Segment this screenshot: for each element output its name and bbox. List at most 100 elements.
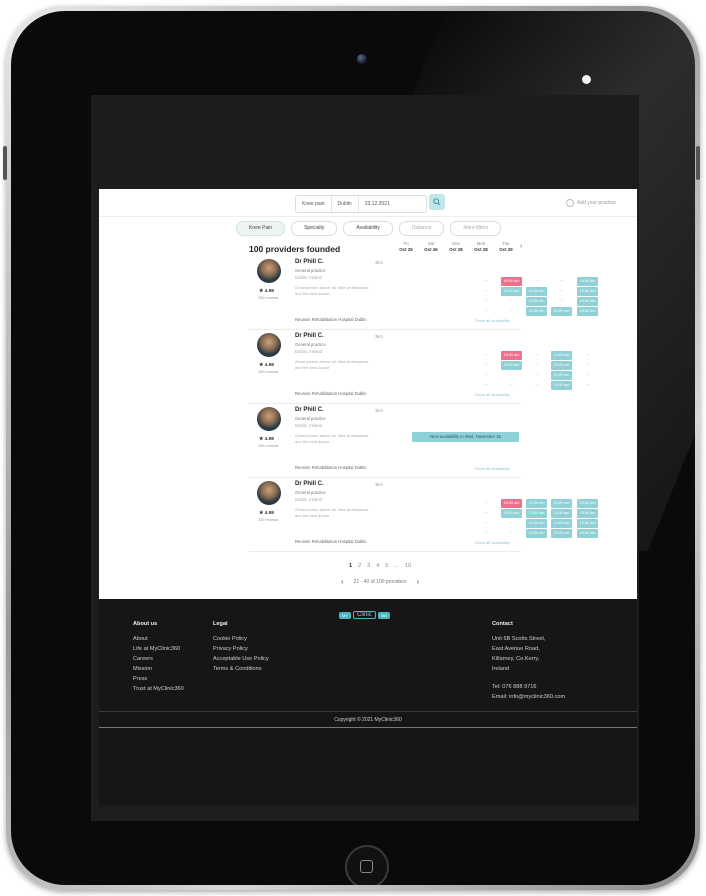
time-slot[interactable]: 10:00 am <box>551 361 572 370</box>
doctor-specialty: General practice <box>295 342 326 347</box>
time-slot[interactable]: 10:00 am <box>577 287 598 296</box>
time-slot[interactable]: 10:00 am <box>551 307 572 316</box>
page-link[interactable]: 4 <box>376 563 379 569</box>
search-bar[interactable]: Knee pain Dublin 23.12.2021 <box>295 195 427 213</box>
footer-link[interactable]: Cookie Policy <box>213 636 269 642</box>
prev-page-arrow[interactable]: ‹ <box>341 577 344 586</box>
footer-logo[interactable]: MY Clinic 360 <box>339 611 391 619</box>
next-availability-button[interactable]: Next availability in Wed, November 15 <box>412 432 519 442</box>
doctor-name[interactable]: Dr Phill C. <box>295 481 324 487</box>
filter-specialty[interactable]: Specialty <box>291 221 338 236</box>
time-slot[interactable]: 10:00 am <box>551 351 572 360</box>
next-page-arrow[interactable]: › <box>416 577 419 586</box>
no-slot-dash: – <box>510 308 513 314</box>
doctor-name[interactable]: Dr Phill C. <box>295 407 324 413</box>
time-slot[interactable]: 10:00 am <box>577 297 598 306</box>
day-column-header: Sun Oct 28 <box>445 241 467 253</box>
page-link[interactable]: 3 <box>367 563 370 569</box>
provider-card[interactable]: ★ 4.98 250 reviews Dr Phill C. 3km Gener… <box>249 259 598 330</box>
time-slot[interactable]: 10:00 am <box>577 307 598 316</box>
footer-link[interactable]: Press <box>133 676 184 682</box>
show-all-availability-link[interactable]: Show all availability <box>475 540 510 545</box>
time-slot[interactable]: 10:00 am <box>501 509 522 518</box>
time-slot[interactable]: 10:00 am <box>577 509 598 518</box>
search-button[interactable] <box>429 194 445 210</box>
time-slot[interactable]: 10:00 am <box>526 509 547 518</box>
time-slot[interactable]: 10:00 am <box>551 509 572 518</box>
filter-knee-pain[interactable]: Knee Pain <box>236 221 286 236</box>
no-slot-dash: – <box>586 372 589 378</box>
time-slot[interactable]: 10:00 am <box>501 361 522 370</box>
booked-slot[interactable]: 10:00 am <box>501 351 522 360</box>
doctor-name[interactable]: Dr Phill C. <box>295 259 324 265</box>
no-slot-dash: – <box>484 530 487 536</box>
footer-about-column: About us About Life at MyClinic360 Caree… <box>133 621 184 696</box>
time-slot[interactable]: 10:00 am <box>577 499 598 508</box>
time-slot[interactable]: 10:00 am <box>526 519 547 528</box>
next-days-arrow[interactable]: › <box>520 243 522 250</box>
no-slot-dash: – <box>535 278 538 284</box>
provider-card[interactable]: ★ 4.98 250 reviews Dr Phill C. 3km Gener… <box>249 333 589 404</box>
footer-link[interactable]: Mission <box>133 666 184 672</box>
filter-more[interactable]: More filters <box>450 221 502 236</box>
time-slot[interactable]: 10:00 am <box>551 499 572 508</box>
time-slot[interactable]: 10:00 am <box>526 287 547 296</box>
show-all-availability-link[interactable]: Show all availability <box>475 466 510 471</box>
doctor-location: Dublin, Ireland <box>295 423 323 428</box>
search-date-field[interactable]: 23.12.2021 <box>359 196 396 212</box>
page-link[interactable]: 10 <box>405 563 411 569</box>
time-slot[interactable]: 10:00 am <box>526 297 547 306</box>
time-slot[interactable]: 10:00 am <box>577 519 598 528</box>
footer-legal-column: Legal Cookie Policy Privacy Policy Accep… <box>213 621 269 676</box>
review-count: 250 reviews <box>258 444 279 448</box>
filter-distance[interactable]: Distance <box>398 221 445 236</box>
no-slot-dash: – <box>484 298 487 304</box>
booked-slot[interactable]: 10:00 am <box>501 277 522 286</box>
time-slot[interactable]: 10:00 am <box>577 277 598 286</box>
logo-word: Clinic <box>353 611 376 619</box>
logo-left-badge: MY <box>339 611 351 619</box>
footer-link[interactable]: Careers <box>133 656 184 662</box>
contact-phone[interactable]: Tel: 076 888 9716 <box>492 684 565 690</box>
no-slot-dash: – <box>535 372 538 378</box>
show-all-availability-link[interactable]: Show all availability <box>475 318 510 323</box>
provider-card[interactable]: ★ 4.98 250 reviews Dr Phill C. 3km Gener… <box>249 407 521 478</box>
time-slot[interactable]: 10:00 am <box>551 371 572 380</box>
time-slot[interactable]: 10:00 am <box>551 381 572 390</box>
search-condition-field[interactable]: Knee pain <box>296 196 332 212</box>
provider-card[interactable]: ★ 4.98 250 reviews Dr Phill C. 3km Gener… <box>249 481 598 552</box>
rating: ★ 4.98 <box>259 363 274 368</box>
doctor-name[interactable]: Dr Phill C. <box>295 333 324 339</box>
home-button[interactable] <box>345 845 389 885</box>
footer-link[interactable]: Privacy Policy <box>213 646 269 652</box>
hospital-name: Reunion Rehabilitation Hospital Dublin <box>295 317 367 322</box>
booked-slot[interactable]: 10:00 am <box>501 499 522 508</box>
footer-link[interactable]: Life at MyClinic360 <box>133 646 184 652</box>
time-slot[interactable]: 10:00 am <box>526 307 547 316</box>
footer-contact-column: Contact Unit 6B Scotts Street, East Aven… <box>492 621 565 704</box>
footer-link[interactable]: Trust at MyClinic360 <box>133 686 184 692</box>
footer-link[interactable]: Acceptable Use Policy <box>213 656 269 662</box>
address-line: Unit 6B Scotts Street, <box>492 636 546 642</box>
page-link[interactable]: 2 <box>358 563 361 569</box>
search-location-field[interactable]: Dublin <box>332 196 359 212</box>
time-slot[interactable]: 10:00 am <box>551 519 572 528</box>
contact-email[interactable]: Email: info@myclinic360.com <box>492 694 565 700</box>
site-footer: MY Clinic 360 About us About Life at MyC… <box>99 599 637 805</box>
add-practice-label: Add your practice <box>577 200 616 206</box>
time-slot[interactable]: 10:00 am <box>526 529 547 538</box>
rating: ★ 4.98 <box>259 289 274 294</box>
filter-availability[interactable]: Availability <box>343 221 393 236</box>
time-slot[interactable]: 10:00 am <box>526 499 547 508</box>
page-link[interactable]: 1 <box>349 563 352 569</box>
time-slot[interactable]: 10:00 am <box>551 529 572 538</box>
time-slot[interactable]: 10:00 am <box>577 529 598 538</box>
time-slot[interactable]: 10:00 am <box>501 287 522 296</box>
page-link[interactable]: 5 <box>385 563 388 569</box>
footer-link[interactable]: About <box>133 636 184 642</box>
footer-link[interactable]: Terms & Conditions <box>213 666 269 672</box>
show-all-availability-link[interactable]: Show all availability <box>475 392 510 397</box>
doctor-location: Dublin, Ireland <box>295 349 323 354</box>
rating: ★ 4.98 <box>259 437 274 442</box>
add-practice-link[interactable]: Add your practice <box>566 199 616 207</box>
